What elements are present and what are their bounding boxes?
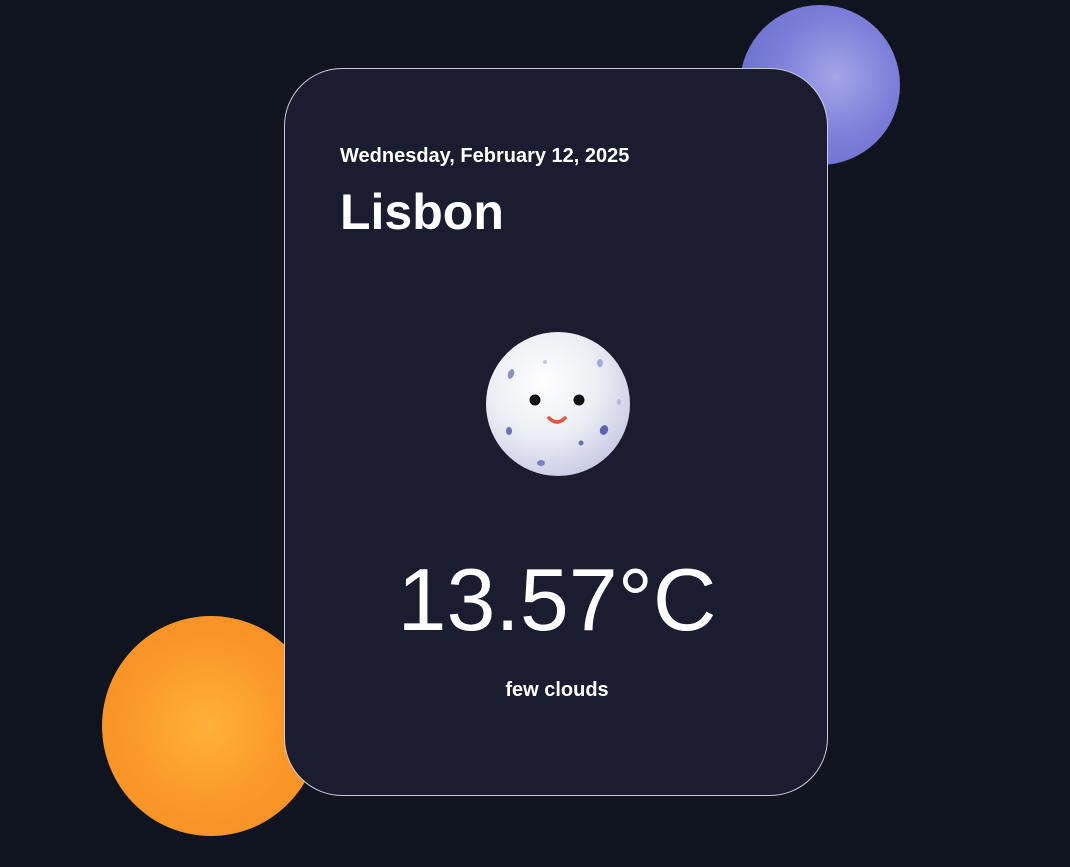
- city-name: Lisbon: [340, 184, 504, 240]
- moon-face-icon: [484, 330, 632, 478]
- date-label: Wednesday, February 12, 2025: [340, 145, 630, 167]
- weather-app: Wednesday, February 12, 2025 Lisbon 13.5…: [0, 0, 1070, 867]
- weather-description: few clouds: [505, 679, 609, 701]
- temperature-value: 13.57°C: [397, 550, 717, 649]
- weather-card: Wednesday, February 12, 2025 Lisbon 13.5…: [284, 68, 828, 796]
